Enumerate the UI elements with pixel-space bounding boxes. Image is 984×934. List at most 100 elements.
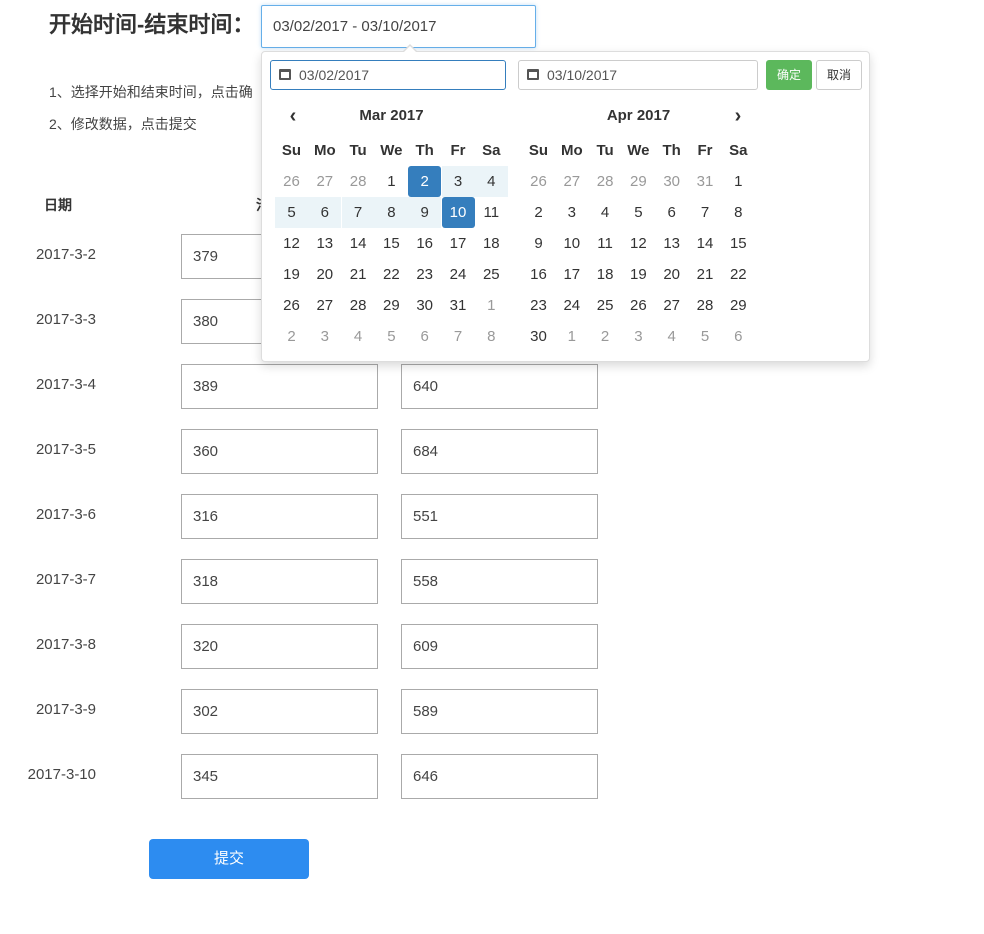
calendar-day[interactable]: 13 [655,228,688,259]
calendar-day[interactable]: 15 [375,228,408,259]
calendar-day[interactable]: 8 [374,197,408,228]
calendar-day[interactable]: 5 [275,197,308,228]
calendar-day[interactable]: 1 [475,290,508,321]
calendar-day[interactable]: 21 [689,259,722,290]
calendar-day[interactable]: 30 [408,290,441,321]
calendar-day[interactable]: 20 [655,259,688,290]
calendar-day[interactable]: 9 [408,197,442,228]
value-a-input[interactable]: 316 [181,494,378,539]
value-a-input[interactable]: 345 [181,754,378,799]
value-b-input[interactable]: 589 [401,689,598,734]
value-b-input[interactable]: 551 [401,494,598,539]
value-b-input[interactable]: 609 [401,624,598,669]
calendar-day[interactable]: 19 [622,259,655,290]
calendar-day[interactable]: 30 [522,321,555,352]
value-b-input[interactable]: 646 [401,754,598,799]
cancel-button[interactable]: 取消 [816,60,862,90]
calendar-day[interactable]: 5 [375,321,408,352]
calendar-day[interactable]: 24 [555,290,588,321]
submit-button[interactable]: 提交 [149,839,309,879]
calendar-day[interactable]: 4 [589,197,622,228]
calendar-day[interactable]: 29 [375,290,408,321]
calendar-day[interactable]: 18 [475,228,508,259]
calendar-day[interactable]: 2 [589,321,622,352]
calendar-day[interactable]: 16 [522,259,555,290]
calendar-day[interactable]: 3 [441,166,475,197]
calendar-day[interactable]: 29 [722,290,755,321]
calendar-day[interactable]: 30 [655,166,688,197]
calendar-day[interactable]: 27 [655,290,688,321]
calendar-day[interactable]: 22 [722,259,755,290]
calendar-day[interactable]: 4 [655,321,688,352]
calendar-day[interactable]: 1 [555,321,588,352]
calendar-day[interactable]: 15 [722,228,755,259]
date-range-input[interactable]: 03/02/2017 - 03/10/2017 [261,5,536,48]
calendar-day[interactable]: 14 [342,228,375,259]
calendar-day[interactable]: 10 [441,197,475,228]
calendar-day[interactable]: 2 [408,166,442,197]
value-a-input[interactable]: 389 [181,364,378,409]
calendar-day[interactable]: 26 [275,166,308,197]
calendar-day[interactable]: 3 [622,321,655,352]
value-b-input[interactable]: 640 [401,364,598,409]
calendar-day[interactable]: 11 [589,228,622,259]
calendar-day[interactable]: 7 [689,197,722,228]
calendar-day[interactable]: 24 [442,259,475,290]
start-date-field[interactable]: 03/02/2017 [270,60,506,90]
calendar-day[interactable]: 27 [555,166,588,197]
calendar-day[interactable]: 14 [689,228,722,259]
calendar-day[interactable]: 25 [475,259,508,290]
calendar-day[interactable]: 28 [589,166,622,197]
calendar-day[interactable]: 31 [442,290,475,321]
calendar-day[interactable]: 26 [622,290,655,321]
calendar-day[interactable]: 22 [375,259,408,290]
calendar-day[interactable]: 2 [522,197,555,228]
calendar-day[interactable]: 27 [308,166,341,197]
calendar-day[interactable]: 28 [689,290,722,321]
calendar-day[interactable]: 26 [522,166,555,197]
calendar-day[interactable]: 6 [655,197,688,228]
value-a-input[interactable]: 318 [181,559,378,604]
calendar-day[interactable]: 20 [308,259,341,290]
calendar-day[interactable]: 6 [408,321,441,352]
calendar-day[interactable]: 7 [341,197,375,228]
value-b-input[interactable]: 684 [401,429,598,474]
calendar-day[interactable]: 28 [342,290,375,321]
calendar-day[interactable]: 4 [474,166,508,197]
calendar-day[interactable]: 6 [308,197,342,228]
end-date-field[interactable]: 03/10/2017 [518,60,758,90]
calendar-day[interactable]: 31 [689,166,722,197]
calendar-day[interactable]: 4 [342,321,375,352]
calendar-day[interactable]: 8 [475,321,508,352]
calendar-day[interactable]: 1 [722,166,755,197]
calendar-day[interactable]: 17 [442,228,475,259]
calendar-day[interactable]: 2 [275,321,308,352]
calendar-day[interactable]: 12 [622,228,655,259]
calendar-day[interactable]: 3 [555,197,588,228]
calendar-day[interactable]: 18 [589,259,622,290]
calendar-day[interactable]: 29 [622,166,655,197]
calendar-day[interactable]: 16 [408,228,441,259]
confirm-button[interactable]: 确定 [766,60,812,90]
calendar-day[interactable]: 27 [308,290,341,321]
chevron-right-icon[interactable]: › [728,104,748,128]
calendar-day[interactable]: 5 [622,197,655,228]
calendar-day[interactable]: 23 [522,290,555,321]
calendar-day[interactable]: 9 [522,228,555,259]
calendar-day[interactable]: 28 [342,166,375,197]
calendar-day[interactable]: 10 [555,228,588,259]
value-a-input[interactable]: 302 [181,689,378,734]
calendar-day[interactable]: 23 [408,259,441,290]
calendar-day[interactable]: 13 [308,228,341,259]
calendar-day[interactable]: 8 [722,197,755,228]
calendar-day[interactable]: 5 [689,321,722,352]
calendar-day[interactable]: 6 [722,321,755,352]
calendar-day[interactable]: 19 [275,259,308,290]
calendar-day[interactable]: 12 [275,228,308,259]
calendar-day[interactable]: 11 [475,197,508,228]
value-b-input[interactable]: 558 [401,559,598,604]
calendar-day[interactable]: 3 [308,321,341,352]
calendar-day[interactable]: 17 [555,259,588,290]
calendar-day[interactable]: 21 [342,259,375,290]
calendar-day[interactable]: 7 [442,321,475,352]
